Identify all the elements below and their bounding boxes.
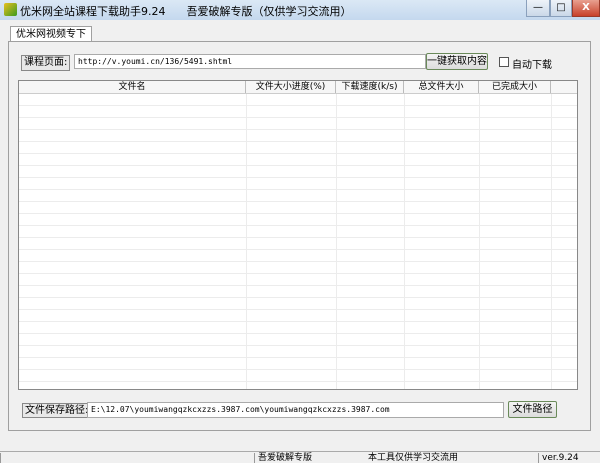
auto-download-checkbox[interactable]: [499, 57, 509, 67]
save-path-input[interactable]: E:\12.07\youmiwangqzkcxzzs.3987.com\youm…: [87, 402, 504, 418]
course-url-input[interactable]: http://v.youmi.cn/136/5491.shtml: [74, 54, 426, 69]
column-divider: [404, 94, 405, 389]
table-header: 文件名 文件大小进度(%) 下载速度(k/s) 总文件大小 已完成大小: [19, 81, 577, 94]
choose-path-button[interactable]: 文件路径: [508, 401, 557, 418]
column-divider: [479, 94, 480, 389]
tab-youmi-video[interactable]: 优米网视频专下: [10, 26, 92, 42]
column-divider: [246, 94, 247, 389]
col-filesize: 文件大小: [255, 82, 292, 92]
app-icon: [4, 3, 17, 16]
save-path-label: 文件保存路径:: [22, 403, 92, 418]
column-divider: [551, 94, 552, 389]
col-filename[interactable]: 文件名: [19, 81, 246, 93]
minimize-button[interactable]: —: [526, 0, 550, 17]
auto-download-label: 自动下载: [512, 60, 552, 71]
column-divider: [336, 94, 337, 389]
col-size-progress[interactable]: 文件大小进度(%): [246, 81, 336, 93]
window-title: 优米网全站课程下载助手9.24 吾爱破解专版（仅供学习交流用）: [20, 5, 352, 18]
col-speed[interactable]: 下载速度(k/s): [336, 81, 404, 93]
maximize-button[interactable]: □: [550, 0, 572, 17]
fetch-content-button[interactable]: 一键获取内容: [426, 53, 488, 70]
download-table[interactable]: 文件名 文件大小进度(%) 下载速度(k/s) 总文件大小 已完成大小: [18, 80, 578, 390]
col-completed-size[interactable]: 已完成大小: [479, 81, 551, 93]
col-progress: 进度(%): [291, 82, 326, 92]
status-bar: 吾爱破解专版 本工具仅供学习交流用 ver.9.24: [0, 451, 600, 463]
close-button[interactable]: X: [572, 0, 600, 17]
title-bar: 优米网全站课程下载助手9.24 吾爱破解专版（仅供学习交流用） — □ X: [0, 0, 600, 20]
course-page-label: 课程页面:: [21, 55, 71, 71]
table-body: [19, 94, 577, 389]
col-total-size[interactable]: 总文件大小: [404, 81, 479, 93]
col-blank: [551, 81, 577, 93]
